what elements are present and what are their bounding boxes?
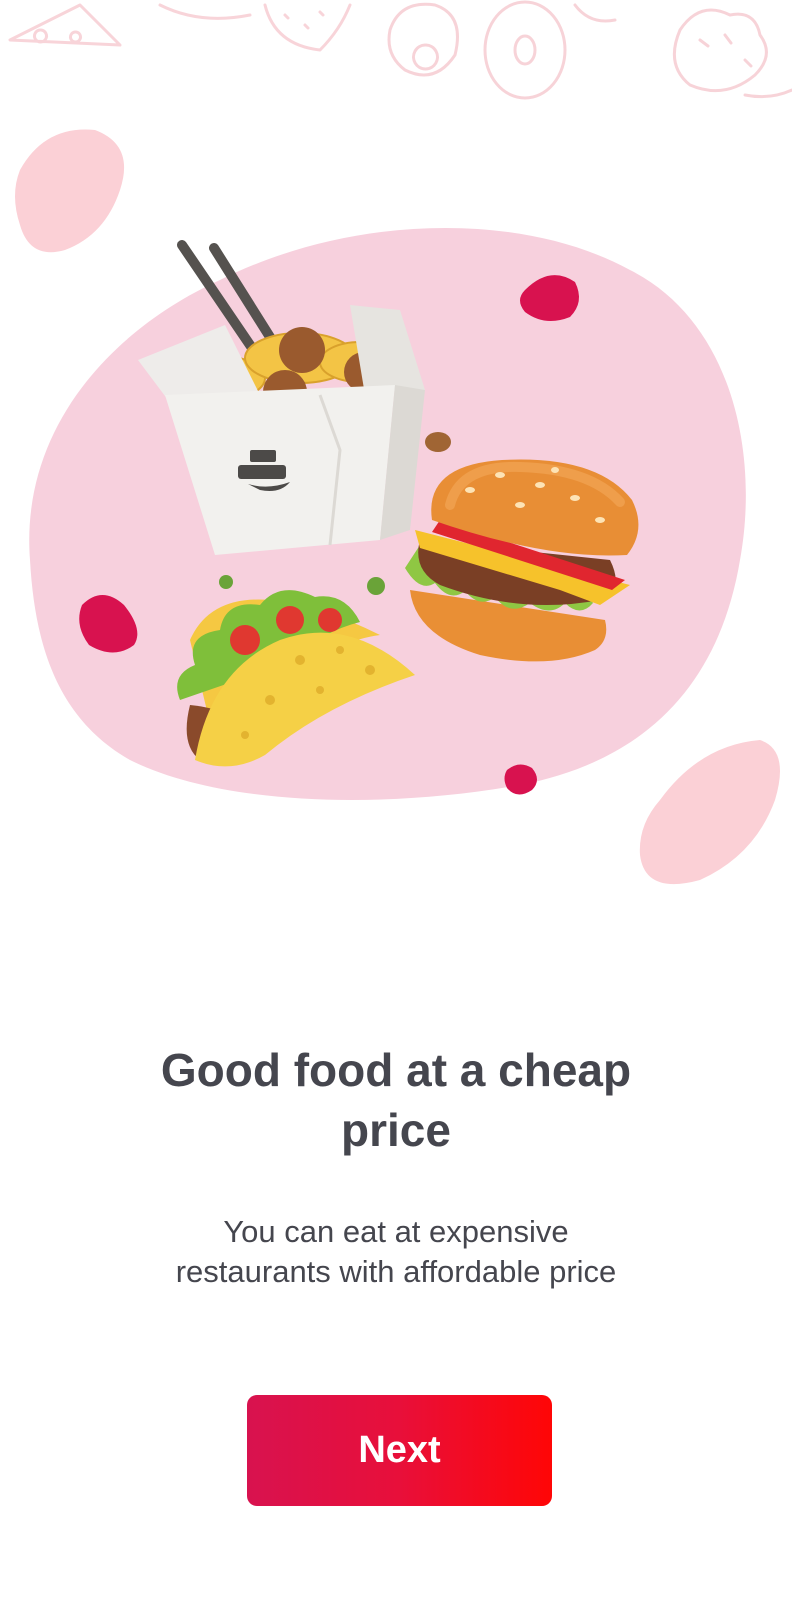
page-subtitle: You can eat at expensive restaurants wit… [175,1214,617,1289]
crumb [367,577,385,595]
accent-dot [504,764,537,795]
page-title: Good food at a cheap price [160,1044,632,1156]
crumb [219,575,233,589]
bread-doodle-icon [158,3,252,20]
donut-doodle-icon [483,0,567,100]
bottom-right-blob [639,740,780,885]
next-button-label: Next [358,1429,441,1471]
burger-icon [405,459,639,662]
crumb [425,432,451,452]
strawberry-doodle-icon [263,3,352,52]
food-illustration [15,129,780,885]
cupcake-doodle-icon [672,8,768,93]
pizza-doodle-icon [8,3,122,47]
onboarding-screen: Good food at a cheap price You can eat a… [0,0,792,1600]
food-doodle-pattern [8,0,792,100]
next-button[interactable]: Next [247,1395,552,1506]
egg-doodle-icon [387,2,459,77]
leaf-doodle-icon [573,3,617,23]
top-left-blob [15,129,125,253]
